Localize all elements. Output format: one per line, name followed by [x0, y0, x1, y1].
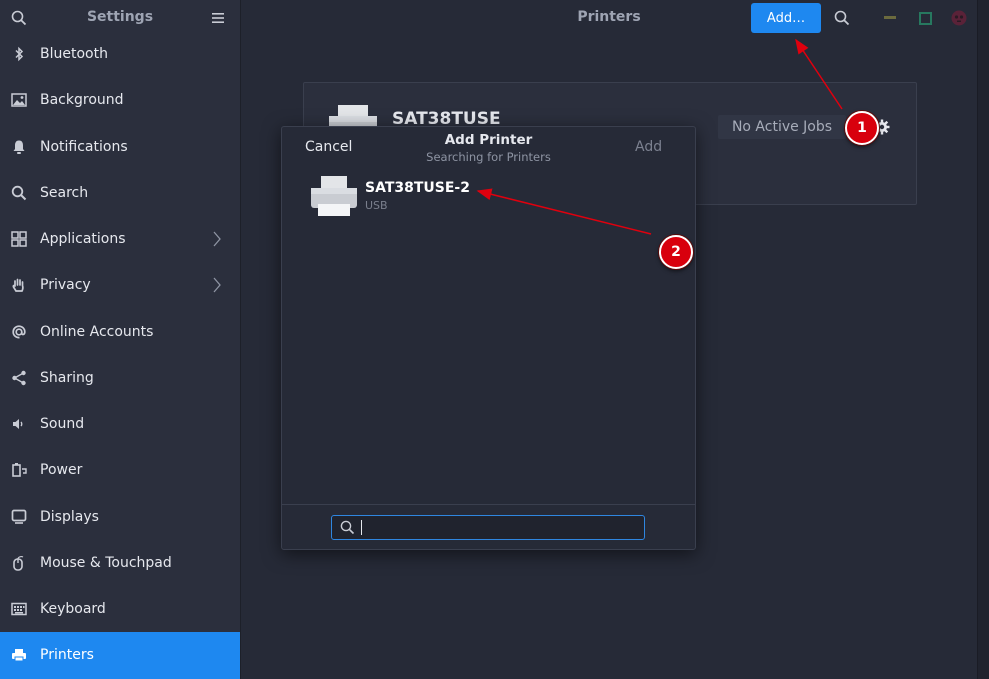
sidebar-item-mouse-touchpad[interactable]: Mouse & Touchpad: [0, 540, 240, 586]
share-icon: [10, 369, 28, 387]
main-header: Printers Add…: [241, 0, 989, 36]
sidebar-item-label: Power: [40, 462, 83, 479]
bell-icon: [10, 138, 28, 156]
mouse-icon: [10, 554, 28, 572]
dialog-title: Add Printer: [444, 132, 533, 148]
add-printer-dialog: Cancel Add Printer Searching for Printer…: [281, 126, 696, 550]
dialog-add-button[interactable]: Add: [635, 139, 662, 155]
page-title: Printers: [577, 9, 641, 25]
hamburger-menu-icon[interactable]: [211, 11, 225, 25]
window-edge: [977, 0, 989, 679]
maximize-icon[interactable]: [919, 12, 932, 25]
sidebar-item-online-accounts[interactable]: Online Accounts: [0, 309, 240, 355]
sidebar-item-label: Displays: [40, 508, 99, 525]
power-icon: [10, 461, 28, 479]
at-sign-icon: [10, 323, 28, 341]
sidebar-item-applications[interactable]: Applications: [0, 216, 240, 262]
settings-sidebar: Settings Bluetooth Background Notificati…: [0, 0, 241, 679]
printer-status: No Active Jobs: [718, 115, 846, 139]
sidebar-item-background[interactable]: Background: [0, 77, 240, 123]
printer-item-connection: USB: [365, 199, 388, 212]
image-icon: [10, 91, 28, 109]
close-icon[interactable]: [951, 10, 967, 26]
sidebar-item-label: Mouse & Touchpad: [40, 554, 172, 571]
sidebar-item-printers[interactable]: Printers: [0, 632, 240, 679]
sidebar-item-label: Online Accounts: [40, 323, 154, 340]
sidebar-item-label: Privacy: [40, 277, 91, 294]
sidebar-item-notifications[interactable]: Notifications: [0, 124, 240, 170]
minimize-icon[interactable]: [884, 16, 896, 19]
search-icon[interactable]: [834, 10, 850, 26]
sidebar-item-label: Notifications: [40, 138, 128, 155]
sidebar-item-privacy[interactable]: Privacy: [0, 262, 240, 308]
sidebar-item-label: Bluetooth: [40, 46, 108, 63]
printer-search-input[interactable]: [360, 518, 640, 538]
printer-item-name: SAT38TUSE-2: [365, 180, 470, 196]
monitor-icon: [10, 508, 28, 526]
sidebar-item-sound[interactable]: Sound: [0, 401, 240, 447]
bluetooth-icon: [10, 45, 28, 63]
sidebar-item-label: Search: [40, 184, 89, 201]
annotation-badge-2: 2: [659, 235, 693, 269]
grid-icon: [10, 230, 28, 248]
add-printer-button[interactable]: Add…: [751, 3, 821, 33]
sidebar-item-sharing[interactable]: Sharing: [0, 355, 240, 401]
sidebar-item-label: Sharing: [40, 369, 94, 386]
sidebar-item-label: Background: [40, 92, 124, 109]
search-icon: [10, 184, 28, 202]
annotation-badge-1: 1: [845, 111, 879, 145]
sidebar-item-label: Keyboard: [40, 601, 106, 618]
sidebar-title: Settings: [86, 9, 154, 25]
speaker-icon: [10, 415, 28, 433]
sidebar-item-displays[interactable]: Displays: [0, 494, 240, 540]
sidebar-item-label: Sound: [40, 416, 85, 433]
printer-search-field[interactable]: [331, 515, 645, 540]
sidebar-item-label: Applications: [40, 231, 126, 248]
printer-icon: [10, 646, 28, 664]
chevron-right-icon: [213, 231, 221, 247]
sidebar-item-bluetooth[interactable]: Bluetooth: [0, 31, 240, 77]
dialog-subtitle: Searching for Printers: [426, 150, 551, 164]
dialog-footer: [282, 504, 695, 550]
sidebar-item-search[interactable]: Search: [0, 170, 240, 216]
sidebar-item-power[interactable]: Power: [0, 447, 240, 493]
hand-icon: [10, 276, 28, 294]
keyboard-icon: [10, 600, 28, 618]
printer-list-item[interactable]: SAT38TUSE-2 USB: [307, 171, 667, 221]
search-icon: [340, 520, 355, 535]
sidebar-item-keyboard[interactable]: Keyboard: [0, 586, 240, 632]
sidebar-list: Bluetooth Background Notifications Searc…: [0, 31, 240, 679]
chevron-right-icon: [213, 277, 221, 293]
sidebar-item-label: Printers: [40, 647, 94, 664]
printer-icon: [311, 176, 357, 216]
